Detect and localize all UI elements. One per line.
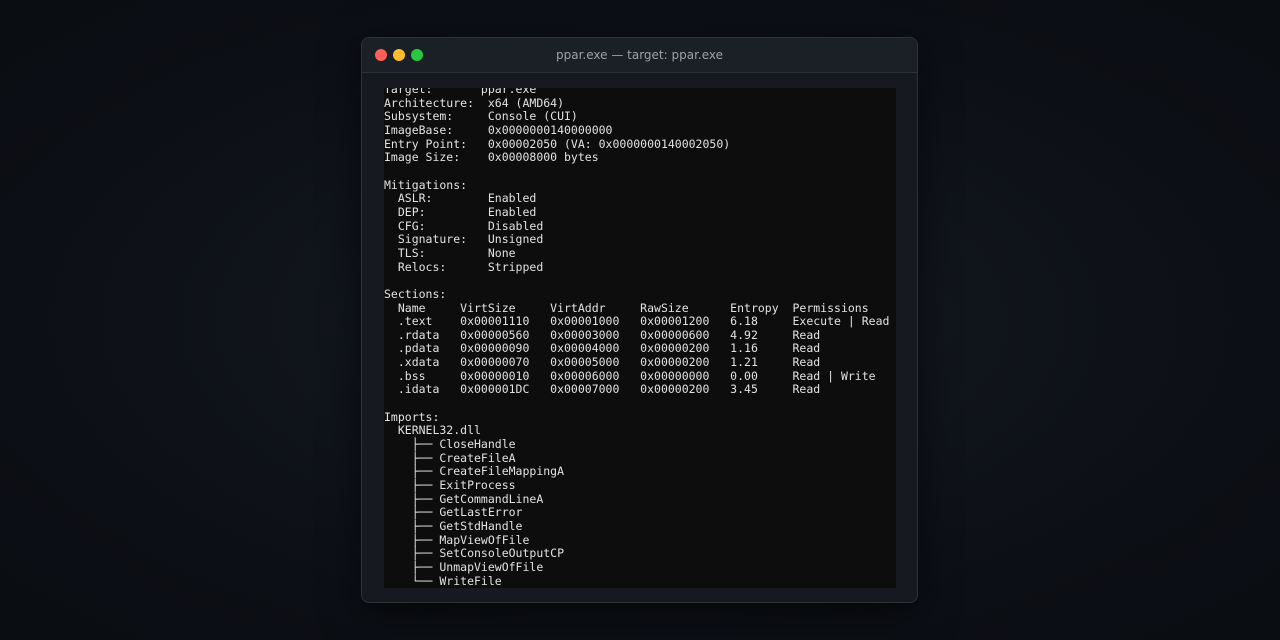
terminal-output-area[interactable]: Target: ppar.exe Architecture: x64 (AMD6… <box>384 88 896 588</box>
terminal-window: ppar.exe — target: ppar.exe Target: ppar… <box>361 37 918 603</box>
window-title: ppar.exe — target: ppar.exe <box>555 48 723 62</box>
title-bar[interactable]: ppar.exe — target: ppar.exe <box>362 38 917 73</box>
terminal-output: Target: ppar.exe Architecture: x64 (AMD6… <box>384 88 890 588</box>
